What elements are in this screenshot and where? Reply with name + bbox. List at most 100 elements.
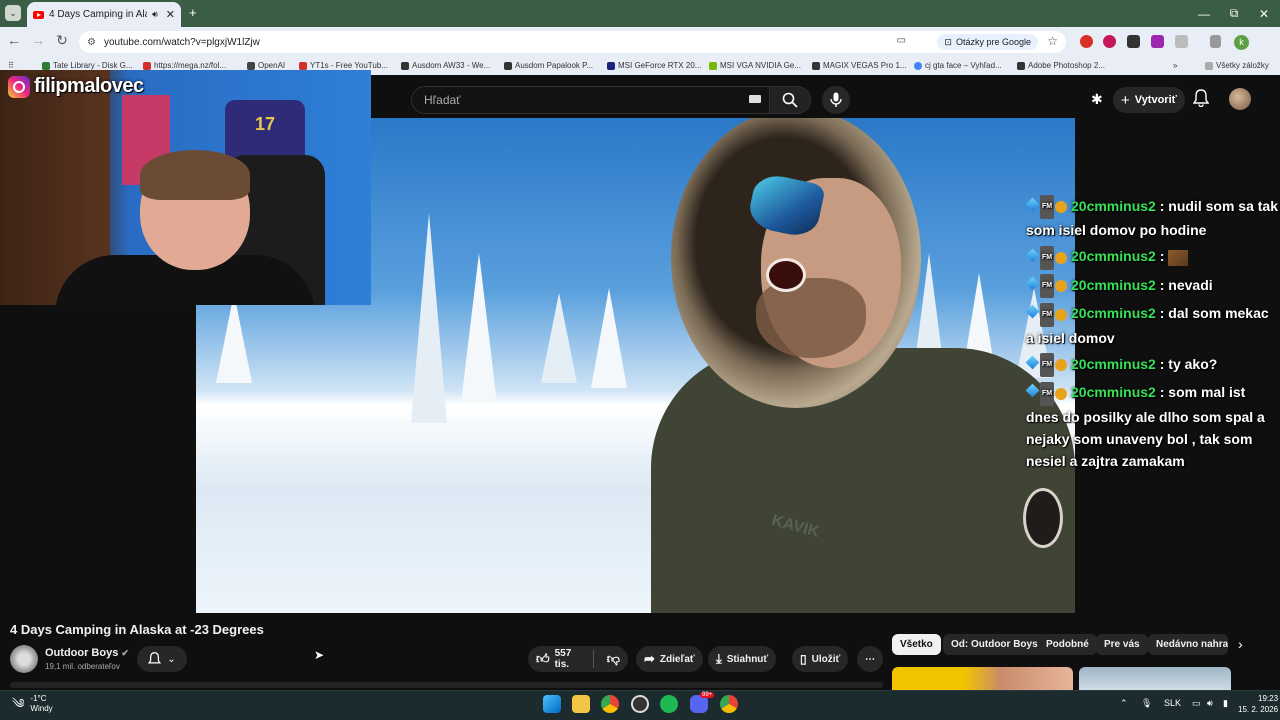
chat-badges: FM bbox=[1025, 195, 1068, 220]
tray-overflow-chevron-icon[interactable]: ⌃ bbox=[1120, 698, 1128, 709]
dislike-button[interactable]: 👎︎ bbox=[599, 646, 628, 672]
fm-badge: FM bbox=[1040, 245, 1055, 270]
cast-icon[interactable]: ▭ bbox=[897, 35, 906, 46]
minimize-button[interactable]: — bbox=[1188, 0, 1220, 27]
channel-name[interactable]: Outdoor Boys ✔ bbox=[45, 647, 129, 659]
reading-list-icon[interactable] bbox=[1210, 35, 1221, 48]
coin-badge-icon bbox=[1055, 280, 1068, 293]
chat-username: 20cmminus2 bbox=[1071, 305, 1156, 322]
bookmarks-overflow-icon[interactable]: » bbox=[1173, 61, 1177, 70]
bookmark-item[interactable]: YT1s - Free YouTub... bbox=[299, 61, 388, 70]
chip-from-channel[interactable]: Od: Outdoor Boys bbox=[943, 634, 1046, 655]
mouse-cursor-icon: ➤ bbox=[314, 648, 325, 662]
speaker-icon[interactable]: 🔊︎ bbox=[152, 9, 158, 20]
save-button[interactable]: ▯ Uložiť bbox=[792, 646, 849, 672]
battery-icon[interactable]: ▮ bbox=[1223, 698, 1228, 709]
close-window-button[interactable]: ✕ bbox=[1248, 0, 1280, 27]
apps-grid-icon[interactable]: ⠿ bbox=[8, 61, 14, 70]
network-icon[interactable]: ▭ bbox=[1192, 698, 1201, 709]
system-clock[interactable]: 19:23 15. 2. 2026 bbox=[1238, 693, 1278, 715]
extensions-puzzle-icon[interactable] bbox=[1175, 35, 1188, 48]
all-bookmarks-folder[interactable]: Všetky záložky bbox=[1205, 61, 1269, 70]
instagram-handle-overlay: filipmalovec bbox=[8, 75, 144, 98]
bookmark-item[interactable]: MAGIX VEGAS Pro 1... bbox=[812, 61, 907, 70]
download-button[interactable]: ⤓ Stiahnuť bbox=[708, 646, 777, 672]
share-button[interactable]: ➦ Zdieľať bbox=[636, 646, 703, 672]
chat-text: ty ako? bbox=[1168, 355, 1218, 372]
keyboard-icon[interactable] bbox=[749, 95, 761, 103]
restore-button[interactable]: ⧉ bbox=[1218, 0, 1250, 27]
chrome-profile-taskbar-icon[interactable] bbox=[720, 695, 738, 713]
more-actions-button[interactable]: ⋯ bbox=[857, 646, 883, 672]
spotify-icon[interactable] bbox=[660, 695, 678, 713]
windows-start-icon[interactable] bbox=[543, 695, 561, 713]
bookmark-item[interactable]: Ausdom Papalook P... bbox=[504, 61, 593, 70]
chip-for-you[interactable]: Pre vás bbox=[1096, 634, 1148, 655]
bookmark-item[interactable]: cj gta face – Vyhľad... bbox=[914, 61, 1002, 70]
profile-avatar[interactable]: k bbox=[1234, 35, 1249, 50]
subscriber-count: 19,1 mil. odberateľov bbox=[45, 662, 120, 671]
weather-temperature: -1°C bbox=[30, 694, 47, 703]
like-count: 557 tis. bbox=[554, 648, 572, 670]
create-button[interactable]: + Vytvoriť bbox=[1113, 87, 1185, 113]
site-info-icon[interactable]: ⚙ bbox=[87, 37, 96, 48]
bookmark-star-icon[interactable]: ☆ bbox=[1047, 34, 1058, 48]
extension-icon-3[interactable] bbox=[1127, 35, 1140, 48]
tab-search-button[interactable]: ⌄ bbox=[5, 5, 21, 21]
volume-icon[interactable]: 🔊︎ bbox=[1207, 698, 1213, 709]
download-icon: ⤓ bbox=[716, 651, 722, 666]
stream-chat-overlay: FM 20cmminus2 : nudil som sa tak som isi… bbox=[1025, 195, 1280, 476]
chips-next-chevron-icon[interactable]: › bbox=[1238, 636, 1243, 652]
reload-button[interactable]: ↻ bbox=[52, 32, 72, 49]
chip-recently-uploaded[interactable]: Nedávno nahrané bbox=[1148, 634, 1228, 655]
comments-divider bbox=[10, 682, 883, 688]
new-tab-button[interactable]: + bbox=[189, 5, 197, 20]
chat-message: FM 20cmminus2 : som mal ist dnes do posi… bbox=[1025, 381, 1280, 471]
extension-icon-4[interactable] bbox=[1151, 35, 1164, 48]
chat-badges: FM bbox=[1025, 381, 1068, 406]
webcam-overlay: 17 filipmalovec bbox=[0, 70, 371, 305]
search-button[interactable] bbox=[769, 86, 811, 114]
bookmark-item[interactable]: Adobe Photoshop 2... bbox=[1017, 61, 1105, 70]
bookmark-item[interactable]: Ausdom AW33 - We... bbox=[401, 61, 490, 70]
bookmark-item[interactable]: MSI VGA NVIDIA Ge... bbox=[709, 61, 801, 70]
bookmark-item[interactable]: MSI GeForce RTX 20... bbox=[607, 61, 701, 70]
like-button[interactable]: 👍︎ 557 tis. bbox=[528, 646, 588, 672]
instagram-handle: filipmalovec bbox=[34, 75, 144, 97]
chip-all[interactable]: Všetko bbox=[892, 634, 941, 655]
chrome-taskbar-icon[interactable] bbox=[601, 695, 619, 713]
chat-text: nevadi bbox=[1168, 276, 1213, 293]
tab-close-icon[interactable]: ✕ bbox=[166, 8, 175, 21]
user-avatar[interactable] bbox=[1229, 88, 1251, 110]
google-questions-button[interactable]: ⊡ Otázky pre Google bbox=[937, 34, 1038, 50]
bookmark-item[interactable]: Tate Library - Disk G... bbox=[42, 61, 133, 70]
language-indicator[interactable]: SLK bbox=[1164, 698, 1181, 708]
channel-avatar[interactable] bbox=[10, 645, 38, 673]
fm-badge: FM bbox=[1040, 381, 1055, 406]
back-button[interactable]: ← bbox=[4, 32, 24, 48]
weather-widget[interactable]: ༄ -1°C Windy bbox=[12, 694, 53, 714]
clock-time: 19:23 bbox=[1258, 694, 1279, 703]
subscription-bell-button[interactable]: ⌄ bbox=[137, 646, 187, 672]
parka-coat bbox=[651, 348, 1075, 613]
chip-related[interactable]: Podobné bbox=[1038, 634, 1097, 655]
diamond-badge-icon bbox=[1025, 355, 1040, 370]
file-explorer-icon[interactable] bbox=[572, 695, 590, 713]
browser-tab-active[interactable]: 4 Days Camping in Alaska 🔊︎ ✕ bbox=[27, 2, 181, 27]
extension-icon-2[interactable] bbox=[1103, 35, 1116, 48]
diamond-badge-icon bbox=[1025, 383, 1040, 398]
bookmark-item[interactable]: https://mega.nz/fol... bbox=[143, 61, 226, 70]
extension-icon-1[interactable] bbox=[1080, 35, 1093, 48]
notifications-bell-icon[interactable] bbox=[1193, 89, 1209, 107]
forward-button[interactable]: → bbox=[28, 32, 48, 48]
search-input[interactable]: Hľadať bbox=[411, 86, 770, 114]
obs-icon[interactable] bbox=[631, 695, 649, 713]
tray-mic-icon[interactable]: 🎙︎ bbox=[1141, 698, 1152, 709]
thumbs-up-icon: 👍︎ bbox=[536, 651, 550, 666]
bookmark-item[interactable]: OpenAI bbox=[247, 61, 285, 70]
voice-search-button[interactable] bbox=[822, 86, 850, 114]
create-label: Vytvoriť bbox=[1134, 94, 1177, 106]
snowy-tree bbox=[411, 213, 447, 423]
address-bar[interactable]: ⚙ youtube.com/watch?v=plgxjW1lZjw ▭ ⊡ Ot… bbox=[79, 31, 1066, 53]
extension-gear-icon[interactable]: ✱ bbox=[1091, 91, 1103, 108]
